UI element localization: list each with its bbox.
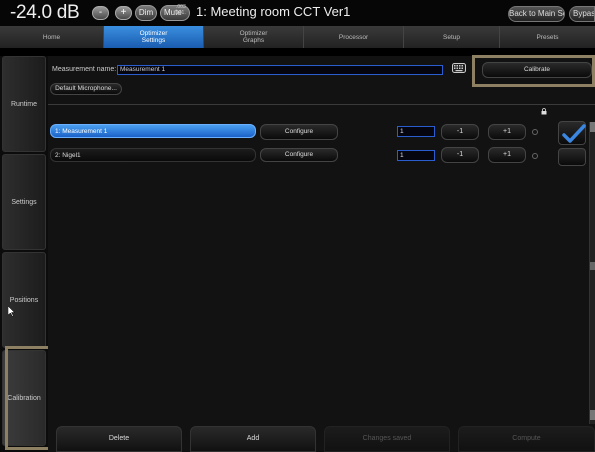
tab-optimizer-settings[interactable]: Optimizer Settings: [104, 26, 204, 48]
back-to-main-button[interactable]: Back to Main Screen: [508, 6, 565, 22]
configure-button[interactable]: Configure: [260, 148, 338, 162]
level-meter: .003 101.: [176, 4, 186, 16]
page-title: 1: Meeting room CCT Ver1: [196, 4, 351, 19]
row-checkbox[interactable]: [558, 148, 586, 166]
cursor-icon: [8, 306, 16, 317]
decrement-button[interactable]: -1: [441, 147, 479, 163]
tab-home[interactable]: Home: [0, 26, 104, 48]
tab-label-line2: Settings: [141, 37, 166, 44]
measurement-name-field[interactable]: Measurement 1: [117, 65, 443, 75]
status-indicator: [532, 153, 538, 159]
default-microphone-button[interactable]: Default Microphone...: [50, 83, 122, 95]
measurement-row-1[interactable]: 1: Measurement 1: [50, 124, 256, 138]
tab-label-line1: Optimizer: [139, 30, 168, 37]
decrement-button[interactable]: -1: [441, 124, 479, 140]
tab-presets[interactable]: Presets: [500, 26, 595, 48]
scroll-up-handle[interactable]: [590, 122, 595, 132]
row-number-field[interactable]: 1: [397, 150, 435, 161]
sidebar-item-label: Positions: [9, 296, 39, 304]
divider: [48, 104, 595, 105]
row-number-field[interactable]: 1: [397, 126, 435, 137]
tab-label-line2: Graphs: [242, 37, 265, 44]
keyboard-icon[interactable]: [452, 63, 466, 73]
main-panel: [48, 56, 595, 452]
volume-readout: -24.0 dB: [10, 2, 80, 23]
tab-home-label: Home: [42, 33, 61, 41]
row-checkbox[interactable]: [558, 121, 586, 145]
configure-button[interactable]: Configure: [260, 124, 338, 140]
sidebar-item-positions[interactable]: Positions: [2, 252, 46, 348]
tab-label-line1: Optimizer: [239, 30, 268, 37]
bypass-button[interactable]: Bypas: [569, 6, 595, 22]
calibrate-button[interactable]: Calibrate: [482, 62, 592, 78]
tab-setup-label: Setup: [443, 33, 460, 41]
sidebar-item-settings[interactable]: Settings: [2, 154, 46, 250]
increment-button[interactable]: +1: [488, 124, 526, 140]
tab-optimizer-graphs[interactable]: Optimizer Graphs: [204, 26, 304, 48]
volume-down-button[interactable]: -: [92, 6, 109, 20]
tab-setup[interactable]: Setup: [404, 26, 500, 48]
add-button[interactable]: Add: [190, 426, 316, 452]
compute-button[interactable]: Compute: [458, 426, 595, 452]
measurement-name-label: Measurement name:: [52, 66, 117, 73]
scroll-thumb[interactable]: [590, 262, 595, 270]
measurement-row-2[interactable]: 2: Nigel1: [50, 148, 256, 162]
lock-icon: [541, 108, 547, 115]
delete-button[interactable]: Delete: [56, 426, 182, 452]
checkmark-icon: [562, 124, 586, 143]
status-indicator: [532, 129, 538, 135]
changes-saved-button: Changes saved: [324, 426, 450, 452]
dim-button[interactable]: Dim: [135, 5, 157, 21]
tab-bar: Home Optimizer Settings Optimizer Graphs…: [0, 26, 595, 48]
top-bar: -24.0 dB - + Dim Mute .003 101. 1: Meeti…: [0, 0, 595, 26]
sidebar-item-runtime[interactable]: Runtime: [2, 56, 46, 152]
tab-presets-label: Presets: [536, 33, 559, 41]
scrollbar[interactable]: [589, 122, 595, 424]
tab-processor[interactable]: Processor: [304, 26, 404, 48]
sidebar-item-label: Settings: [11, 198, 37, 206]
increment-button[interactable]: +1: [488, 147, 526, 163]
calibration-highlight-frame: [5, 346, 53, 450]
scroll-down-handle[interactable]: [590, 410, 595, 420]
sidebar-item-label: Runtime: [10, 100, 38, 108]
volume-up-button[interactable]: +: [115, 6, 132, 20]
tab-processor-label: Processor: [338, 33, 369, 41]
